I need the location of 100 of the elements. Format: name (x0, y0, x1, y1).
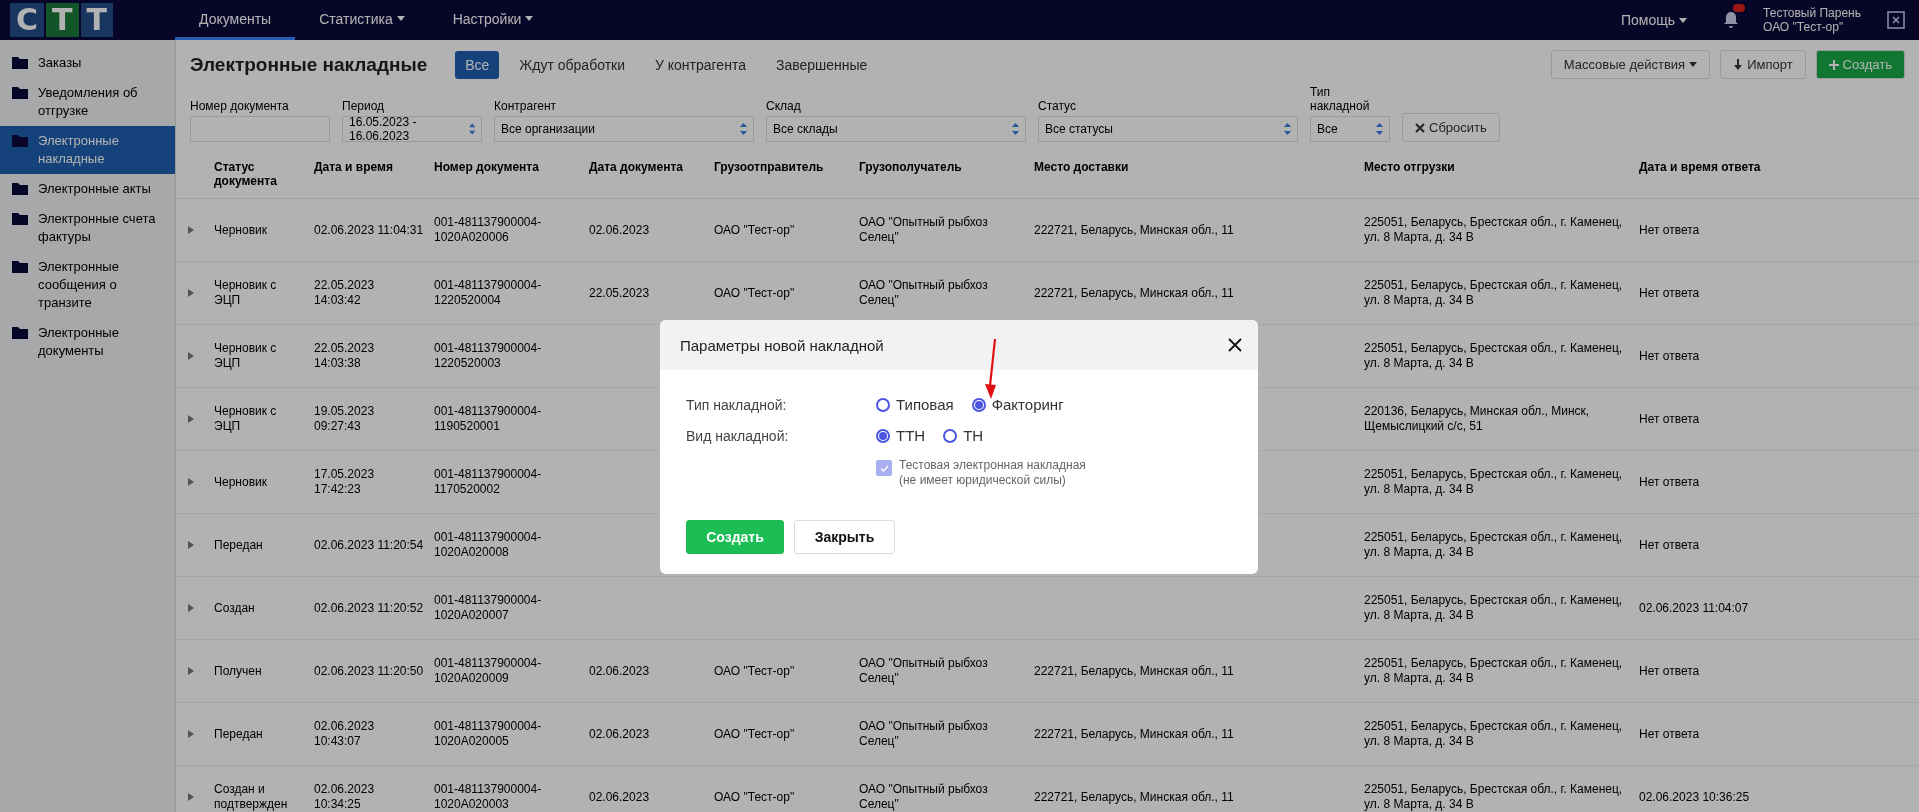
filter-tab[interactable]: Завершенные (765, 50, 878, 79)
table-cell-text: 02.06.2023 11:04:07 (1639, 600, 1750, 616)
filter-tab[interactable]: Ждут обработки (509, 50, 635, 79)
close-button[interactable] (1226, 336, 1244, 354)
table-cell-text: 222721, Беларусь, Минская обл., 11 (1034, 726, 1235, 742)
table-cell-text: Получен (214, 663, 263, 679)
column-header[interactable]: Место доставки (1034, 160, 1364, 188)
table-cell-text: ОАО "Тест-ор" (714, 222, 796, 238)
radio-icon[interactable] (876, 397, 890, 412)
column-header[interactable]: Грузополучатель (859, 160, 1034, 188)
sidebar-item[interactable]: Заказы (0, 48, 175, 78)
logo[interactable]: С Т Т (0, 0, 175, 40)
expand-caret-icon[interactable] (188, 730, 194, 738)
filter-input[interactable] (190, 116, 330, 142)
page-title: Электронные накладные (190, 53, 428, 76)
table-cell-text: 02.06.2023 11:04:31 (314, 222, 425, 238)
radio-option[interactable]: Факторинг (971, 396, 1064, 413)
table-cell-text: 02.06.2023 10:36:25 (1639, 789, 1751, 805)
filter-tab[interactable]: У контрагента (645, 50, 756, 79)
table-cell-text: ОАО "Опытный рыбхоз Селец" (859, 278, 989, 308)
download-icon (1733, 58, 1744, 71)
table-cell-text: 02.06.2023 11:20:52 (314, 600, 425, 616)
table-cell-text: ОАО "Тест-ор" (714, 663, 796, 679)
table-cell-text: 02.06.2023 (589, 789, 651, 805)
column-header[interactable]: Дата и время (314, 160, 434, 188)
table-cell-text: 225051, Беларусь, Брестская обл., г. Каменец, ул. 8 Марта, д. 34 В (1364, 215, 1624, 245)
column-header[interactable]: Грузоотправитель (714, 160, 859, 188)
expand-caret-icon[interactable] (188, 604, 194, 612)
column-header[interactable]: Место отгрузки (1364, 160, 1639, 188)
radio-option[interactable]: ТТН (876, 427, 926, 444)
expand-caret-icon[interactable] (188, 415, 194, 423)
radio-option[interactable]: Типовая (876, 396, 954, 413)
nav-tab[interactable]: Настройки (428, 0, 558, 40)
sidebar-item[interactable]: Электронные акты (0, 174, 175, 204)
expand-caret-icon[interactable] (188, 541, 194, 549)
check-icon (879, 464, 889, 472)
notification-badge (1733, 4, 1746, 12)
nav-tab[interactable]: Статистика (295, 0, 429, 40)
table-cell-text: 001-481137900004-1020А020009 (434, 656, 543, 686)
filter-tab[interactable]: Все (455, 50, 500, 79)
field-label: Тип накладной: (686, 396, 788, 413)
filter-select[interactable]: Все организации (494, 116, 754, 142)
filter-select[interactable]: Все статусы (1038, 116, 1298, 142)
table-cell-text: 02.06.2023 (589, 663, 651, 679)
table-cell-text: 02.06.2023 10:34:25 (314, 782, 376, 812)
filter-select[interactable]: 16.05.2023 - 16.06.2023 (342, 116, 482, 142)
table-cell-text: 225051, Беларусь, Брестская обл., г. Каменец, ул. 8 Марта, д. 34 В (1364, 341, 1624, 371)
folder-icon (12, 326, 28, 339)
table-cell-text: 225051, Беларусь, Брестская обл., г. Каменец, ул. 8 Марта, д. 34 В (1364, 656, 1624, 686)
logout-icon[interactable] (1887, 11, 1905, 29)
table-cell-text: ОАО "Опытный рыбхоз Селец" (859, 782, 989, 812)
spinner-arrows-icon (1012, 122, 1019, 136)
table-cell-text: 22.05.2023 (589, 285, 651, 301)
radio-icon[interactable] (971, 397, 986, 412)
table-cell-text: Создан и подтвержден (214, 782, 289, 812)
table-cell-text: 225051, Беларусь, Брестская обл., г. Каменец, ул. 8 Марта, д. 34 В (1364, 593, 1624, 623)
column-header[interactable]: Статус документа (214, 160, 314, 188)
user-name: Тестовый Парень (1763, 6, 1861, 20)
table-cell-text: Черновик с ЭЦП (214, 404, 278, 434)
sidebar-item[interactable]: Уведомления об отгрузке (0, 78, 175, 126)
spinner-arrows-icon (1376, 122, 1383, 136)
reset-button[interactable]: Сбросить (1402, 113, 1500, 142)
column-header[interactable]: Номер документа (434, 160, 589, 188)
table-cell-text: Создан (214, 600, 256, 616)
table-cell-text: ОАО "Опытный рыбхоз Селец" (859, 719, 989, 749)
radio-option[interactable]: ТН (943, 427, 984, 444)
close-button[interactable]: Закрыть (794, 520, 895, 554)
table-cell-text: 225051, Беларусь, Брестская обл., г. Каменец, ул. 8 Марта, д. 34 В (1364, 530, 1624, 560)
filter-select[interactable]: Все склады (766, 116, 1026, 142)
import-button[interactable]: Импорт (1720, 50, 1806, 79)
table-cell-text: Нет ответа (1639, 726, 1701, 742)
caret-icon (396, 16, 405, 21)
table-cell-text: Нет ответа (1639, 663, 1701, 679)
sidebar-item[interactable]: Электронные накладные (0, 126, 175, 174)
expand-caret-icon[interactable] (188, 352, 194, 360)
spinner-arrows-icon (1284, 122, 1291, 136)
sidebar-item[interactable]: Электронные счета фактуры (0, 204, 175, 252)
expand-caret-icon[interactable] (188, 478, 194, 486)
expand-caret-icon[interactable] (188, 667, 194, 675)
expand-caret-icon[interactable] (188, 226, 194, 234)
table-cell-text: 001-481137900004-1020А020007 (434, 593, 543, 623)
radio-icon[interactable] (876, 428, 890, 443)
expand-caret-icon[interactable] (188, 289, 194, 297)
sidebar-item[interactable]: Электронные сообщения о транзите (0, 252, 175, 318)
expand-caret-icon[interactable] (188, 793, 194, 801)
sidebar-item[interactable]: Электронные документы (0, 318, 175, 366)
table-cell-text: Черновик с ЭЦП (214, 278, 278, 308)
filter-select[interactable]: Все (1310, 116, 1390, 142)
mass-actions-button[interactable]: Массовые действия (1550, 50, 1711, 79)
folder-icon (12, 182, 28, 195)
radio-icon[interactable] (943, 428, 958, 443)
help-menu[interactable]: Помощь (1597, 0, 1712, 40)
column-header[interactable]: Дата документа (589, 160, 714, 188)
table-cell-text: 225051, Беларусь, Брестская обл., г. Каменец, ул. 8 Марта, д. 34 В (1364, 467, 1624, 497)
bell-icon[interactable] (1723, 11, 1740, 29)
table-cell-text: Нет ответа (1639, 474, 1701, 490)
folder-icon (12, 260, 28, 273)
column-header[interactable]: Дата и время ответа (1639, 160, 1919, 188)
caret-icon (1679, 17, 1688, 23)
table-cell-text: 17.05.2023 17:42:23 (314, 467, 376, 497)
